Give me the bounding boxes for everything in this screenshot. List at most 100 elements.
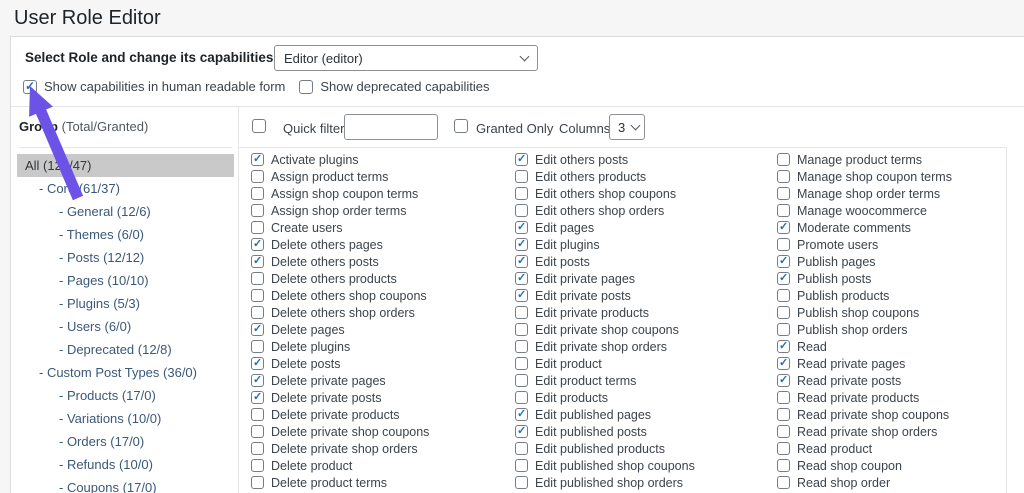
capability-checkbox[interactable] xyxy=(777,238,790,251)
group-tree-item[interactable]: - Refunds (10/0) xyxy=(17,453,234,476)
option-checkbox[interactable] xyxy=(299,80,313,94)
capability-checkbox[interactable] xyxy=(251,238,264,251)
capability-checkbox[interactable] xyxy=(251,170,264,183)
capability-checkbox[interactable] xyxy=(251,187,264,200)
capability-checkbox[interactable] xyxy=(251,425,264,438)
capability-checkbox[interactable] xyxy=(515,374,528,387)
group-tree-item[interactable]: - Orders (17/0) xyxy=(17,430,234,453)
group-tree-item[interactable]: - Products (17/0) xyxy=(17,384,234,407)
capability-checkbox[interactable] xyxy=(251,306,264,319)
capability-checkbox[interactable] xyxy=(777,323,790,336)
group-tree-item[interactable]: - Plugins (5/3) xyxy=(17,292,234,315)
capability-checkbox[interactable] xyxy=(777,289,790,302)
group-tree-item[interactable]: - Users (6/0) xyxy=(17,315,234,338)
capability-label: Delete private pages xyxy=(271,374,386,388)
capability-checkbox[interactable] xyxy=(777,187,790,200)
capability-row: Publish shop coupons xyxy=(777,304,1007,321)
capability-checkbox[interactable] xyxy=(251,221,264,234)
capability-row: Read xyxy=(777,338,1007,355)
capability-checkbox[interactable] xyxy=(777,459,790,472)
capability-label: Delete private posts xyxy=(271,391,381,405)
capability-checkbox[interactable] xyxy=(515,357,528,370)
group-tree-item[interactable]: - Custom Post Types (36/0) xyxy=(17,361,234,384)
group-tree-item[interactable]: All (122/47) xyxy=(17,154,234,177)
select-all-checkbox[interactable] xyxy=(252,119,266,133)
capability-checkbox[interactable] xyxy=(515,323,528,336)
capability-checkbox[interactable] xyxy=(515,153,528,166)
capability-checkbox[interactable] xyxy=(251,374,264,387)
group-tree-item[interactable]: - General (12/6) xyxy=(17,200,234,223)
capability-checkbox[interactable] xyxy=(251,255,264,268)
capability-checkbox[interactable] xyxy=(251,272,264,285)
capability-checkbox[interactable] xyxy=(515,238,528,251)
capability-row: Delete private shop coupons xyxy=(251,423,501,440)
capability-checkbox[interactable] xyxy=(777,425,790,438)
capability-checkbox[interactable] xyxy=(515,425,528,438)
capability-checkbox[interactable] xyxy=(251,357,264,370)
capability-checkbox[interactable] xyxy=(251,289,264,302)
capability-row: Edit published pages xyxy=(515,406,765,423)
columns-select[interactable]: 3 xyxy=(609,114,645,140)
capability-checkbox[interactable] xyxy=(515,170,528,183)
capability-checkbox[interactable] xyxy=(777,340,790,353)
capability-checkbox[interactable] xyxy=(515,391,528,404)
role-select[interactable]: Editor (editor) xyxy=(274,45,538,71)
group-tree-item[interactable]: - Coupons (17/0) xyxy=(17,476,234,493)
group-tree-item[interactable]: - Core (61/37) xyxy=(17,177,234,200)
capability-checkbox[interactable] xyxy=(777,221,790,234)
capability-checkbox[interactable] xyxy=(515,221,528,234)
quick-filter-input[interactable] xyxy=(344,114,438,140)
capability-checkbox[interactable] xyxy=(777,153,790,166)
capability-checkbox[interactable] xyxy=(251,204,264,217)
capability-checkbox[interactable] xyxy=(515,272,528,285)
option-checkbox[interactable] xyxy=(23,80,37,94)
capability-checkbox[interactable] xyxy=(515,340,528,353)
capability-checkbox[interactable] xyxy=(251,459,264,472)
capability-checkbox[interactable] xyxy=(251,323,264,336)
capability-row: Delete private shop orders xyxy=(251,440,501,457)
capability-row: Publish shop orders xyxy=(777,321,1007,338)
group-tree-label: - Orders (17/0) xyxy=(59,434,144,449)
capability-checkbox[interactable] xyxy=(251,391,264,404)
group-tree-item[interactable]: - Posts (12/12) xyxy=(17,246,234,269)
group-tree-item[interactable]: - Pages (10/10) xyxy=(17,269,234,292)
capability-checkbox[interactable] xyxy=(777,442,790,455)
capability-checkbox[interactable] xyxy=(777,272,790,285)
capability-label: Manage woocommerce xyxy=(797,204,927,218)
capability-label: Edit private posts xyxy=(535,289,631,303)
capability-checkbox[interactable] xyxy=(777,306,790,319)
capability-checkbox[interactable] xyxy=(777,408,790,421)
capability-checkbox[interactable] xyxy=(777,170,790,183)
capability-checkbox[interactable] xyxy=(515,408,528,421)
capability-checkbox[interactable] xyxy=(251,442,264,455)
granted-only-checkbox[interactable] xyxy=(454,119,468,133)
group-tree-item[interactable]: - Deprecated (12/8) xyxy=(17,338,234,361)
group-tree-label: - Themes (6/0) xyxy=(59,227,144,242)
capability-checkbox[interactable] xyxy=(515,442,528,455)
capability-checkbox[interactable] xyxy=(515,476,528,489)
group-tree-item[interactable]: - Variations (10/0) xyxy=(17,407,234,430)
capability-row: Edit others shop coupons xyxy=(515,185,765,202)
capability-checkbox[interactable] xyxy=(515,459,528,472)
capability-label: Read private shop orders xyxy=(797,425,937,439)
capability-checkbox[interactable] xyxy=(515,204,528,217)
capability-checkbox[interactable] xyxy=(515,255,528,268)
group-tree-item[interactable]: - Themes (6/0) xyxy=(17,223,234,246)
capability-checkbox[interactable] xyxy=(515,289,528,302)
capability-checkbox[interactable] xyxy=(777,255,790,268)
capability-checkbox[interactable] xyxy=(777,204,790,217)
capability-checkbox[interactable] xyxy=(515,306,528,319)
capability-row: Create users xyxy=(251,219,501,236)
capability-checkbox[interactable] xyxy=(251,408,264,421)
capability-checkbox[interactable] xyxy=(251,340,264,353)
capabilities-toolbar: Quick filter: Granted Only Columns: 3 xyxy=(238,106,1007,148)
option-label: Show capabilities in human readable form xyxy=(44,79,285,94)
capability-checkbox[interactable] xyxy=(777,476,790,489)
groups-sidebar: Group (Total/Granted) All (122/47) - Cor… xyxy=(11,106,238,493)
capability-checkbox[interactable] xyxy=(515,187,528,200)
capability-checkbox[interactable] xyxy=(251,476,264,489)
capability-checkbox[interactable] xyxy=(777,374,790,387)
capability-checkbox[interactable] xyxy=(777,357,790,370)
capability-checkbox[interactable] xyxy=(777,391,790,404)
capability-checkbox[interactable] xyxy=(251,153,264,166)
